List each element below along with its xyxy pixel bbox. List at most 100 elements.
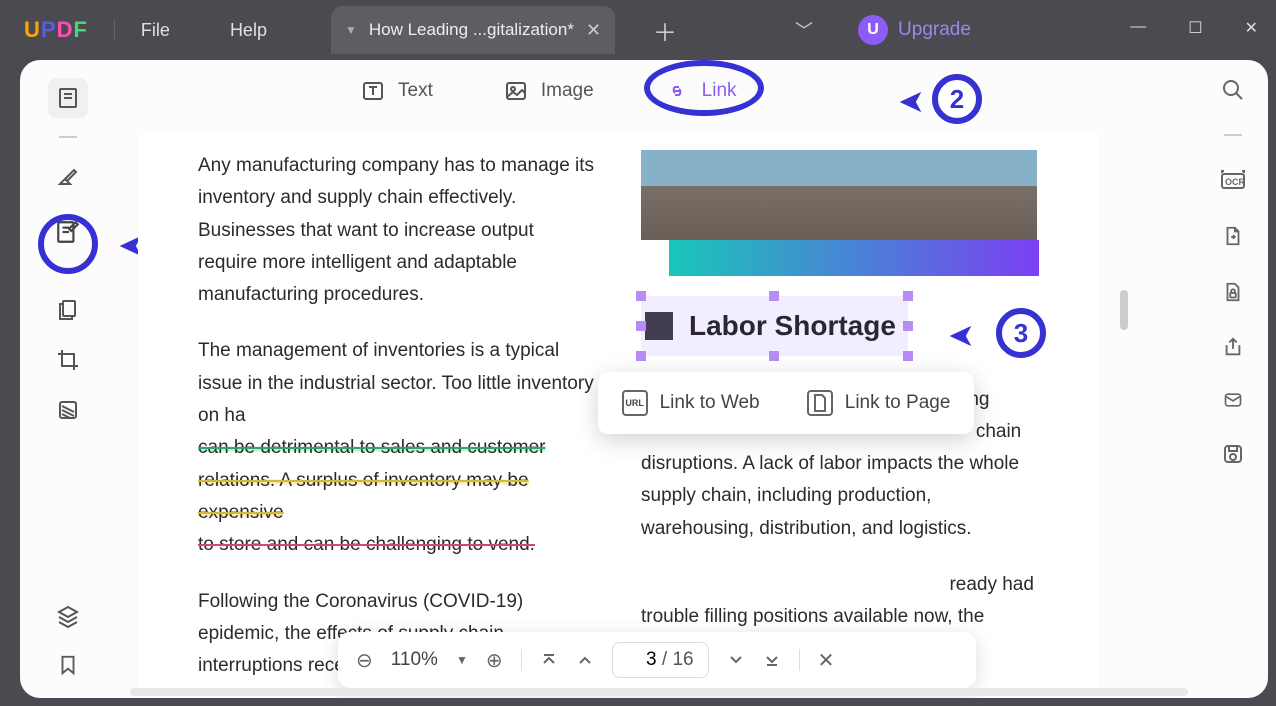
avatar: U <box>858 15 888 45</box>
text-tool-label: Text <box>398 80 433 102</box>
zoom-dropdown[interactable]: ▼ <box>456 653 468 667</box>
selection-handle[interactable] <box>769 291 779 301</box>
maximize-button[interactable]: ☐ <box>1188 18 1202 38</box>
layers-icon <box>56 604 80 628</box>
upgrade-label: Upgrade <box>898 19 971 41</box>
redact-tool[interactable] <box>48 390 88 430</box>
menu-file[interactable]: File <box>141 20 170 41</box>
link-tool[interactable]: Link <box>664 78 737 104</box>
image-icon <box>503 78 529 104</box>
zoom-level: 110% <box>391 649 438 671</box>
highlighter-icon <box>56 164 80 188</box>
selection-handle[interactable] <box>636 351 646 361</box>
share-button[interactable] <box>1221 336 1245 358</box>
comment-tool[interactable] <box>48 156 88 196</box>
link-to-web-label: Link to Web <box>660 392 760 414</box>
left-sidebar <box>20 60 116 698</box>
callout-arrow-2: ➤ <box>898 82 925 120</box>
selection-handle[interactable] <box>903 351 913 361</box>
body-text: The management of inventories is a typic… <box>198 335 595 561</box>
selection-handle[interactable] <box>769 351 779 361</box>
selection-handle[interactable] <box>903 321 913 331</box>
scrollbar-horizontal[interactable] <box>130 688 1188 696</box>
link-popup: URL Link to Web Link to Page <box>598 372 974 434</box>
tab-dropdown-icon[interactable]: ﹀ <box>795 17 813 43</box>
first-page-button[interactable] <box>540 651 558 669</box>
new-tab-button[interactable]: ＋ <box>653 13 677 48</box>
upgrade-chip[interactable]: U Upgrade <box>858 15 971 45</box>
convert-button[interactable] <box>1222 224 1244 248</box>
reader-icon <box>56 86 80 110</box>
callout-number-2: 2 <box>932 74 982 124</box>
link-to-page-button[interactable]: Link to Page <box>807 390 951 416</box>
logo-letter: F <box>73 17 87 42</box>
tab-title: How Leading ...gitalization* <box>369 20 574 40</box>
body-text: Manufacturing operations that had alread… <box>641 569 1038 634</box>
strikethrough-text: relations. A surplus of inventory may be… <box>198 470 529 523</box>
tab-chevron-icon: ▼ <box>345 23 357 37</box>
scrollbar-vertical[interactable] <box>1120 290 1128 330</box>
prev-page-button[interactable] <box>576 651 594 669</box>
text-tool[interactable]: Text <box>360 78 433 104</box>
bottom-toolbar: ⊖ 110% ▼ ⊕ / 16 ✕ <box>338 632 976 688</box>
divider <box>799 649 800 671</box>
close-toolbar-button[interactable]: ✕ <box>818 648 835 673</box>
text-run: trouble filling positions available now,… <box>641 606 984 627</box>
search-icon <box>1221 78 1245 102</box>
image-tool[interactable]: Image <box>503 78 594 104</box>
bookmark-icon <box>57 654 79 676</box>
strikethrough-text: can be detrimental to sales and customer <box>198 437 545 458</box>
mail-icon <box>1221 390 1245 410</box>
search-button[interactable] <box>1221 78 1245 102</box>
layers-button[interactable] <box>56 604 80 628</box>
heading-text: Labor Shortage <box>689 302 896 350</box>
next-page-button[interactable] <box>727 651 745 669</box>
heading-bullet <box>645 312 673 340</box>
close-button[interactable]: ✕ <box>1245 18 1258 38</box>
edit-toolbar: Text Image Link <box>360 78 737 104</box>
callout-number-3: 3 <box>996 308 1046 358</box>
zoom-out-button[interactable]: ⊖ <box>356 648 373 673</box>
window-controls: — ☐ ✕ <box>1130 18 1258 38</box>
callout-arrow-3: ➤ <box>948 316 975 354</box>
email-button[interactable] <box>1221 390 1245 410</box>
ocr-button[interactable]: OCR <box>1220 168 1246 192</box>
page-input[interactable] <box>627 649 657 671</box>
selected-heading[interactable]: Labor Shortage <box>641 296 908 356</box>
menu-help[interactable]: Help <box>230 20 267 41</box>
protect-button[interactable] <box>1222 280 1244 304</box>
convert-icon <box>1222 224 1244 248</box>
minimize-button[interactable]: — <box>1130 18 1146 38</box>
crop-icon <box>56 348 80 372</box>
page-separator: / <box>662 649 667 670</box>
text-icon <box>360 78 386 104</box>
selection-handle[interactable] <box>636 321 646 331</box>
logo-letter: D <box>57 17 74 42</box>
crop-tool[interactable] <box>48 340 88 380</box>
save-button[interactable] <box>1221 442 1245 466</box>
divider <box>114 19 115 41</box>
svg-text:OCR: OCR <box>1225 177 1246 187</box>
left-column: Any manufacturing company has to manage … <box>198 150 595 690</box>
sidebar-bottom <box>20 604 116 676</box>
reader-tool[interactable] <box>48 78 88 118</box>
last-page-button[interactable] <box>763 651 781 669</box>
body-text: Any manufacturing company has to manage … <box>198 150 595 311</box>
zoom-in-button[interactable]: ⊕ <box>486 648 503 673</box>
bookmark-button[interactable] <box>57 654 79 676</box>
right-sidebar: OCR <box>1198 60 1268 698</box>
document-image <box>641 150 1037 240</box>
selection-handle[interactable] <box>903 291 913 301</box>
logo-letter: P <box>41 17 57 42</box>
organize-tool[interactable] <box>48 290 88 330</box>
link-to-page-label: Link to Page <box>845 392 951 414</box>
close-tab-button[interactable]: ✕ <box>586 20 601 41</box>
share-icon <box>1221 336 1245 358</box>
pages-icon <box>56 298 80 322</box>
selection-handle[interactable] <box>636 291 646 301</box>
redact-icon <box>56 398 80 422</box>
url-icon: URL <box>622 390 648 416</box>
document-tab[interactable]: ▼ How Leading ...gitalization* ✕ <box>331 6 615 54</box>
text-run: The management of inventories is a typic… <box>198 340 594 426</box>
link-to-web-button[interactable]: URL Link to Web <box>622 390 760 416</box>
